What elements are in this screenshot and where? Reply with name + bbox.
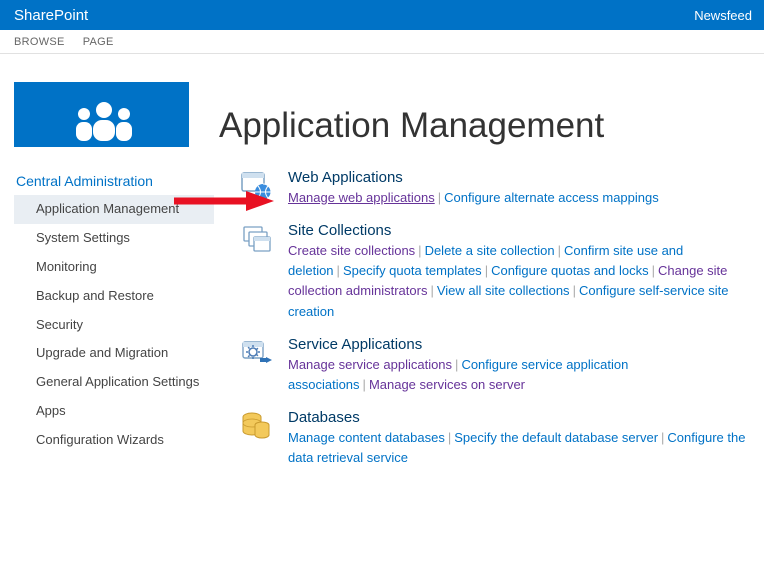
service-applications-icon xyxy=(240,336,274,395)
section-title-service-applications: Service Applications xyxy=(288,336,750,353)
link-specify-quota-templates[interactable]: Specify quota templates xyxy=(343,263,482,278)
sidebar-item-system-settings[interactable]: System Settings xyxy=(14,224,214,253)
link-delete-a-site-collection[interactable]: Delete a site collection xyxy=(425,243,555,258)
people-icon xyxy=(67,99,137,141)
sidebar-item-upgrade-and-migration[interactable]: Upgrade and Migration xyxy=(14,339,214,368)
brand-label: SharePoint xyxy=(14,7,88,24)
sidebar-item-backup-and-restore[interactable]: Backup and Restore xyxy=(14,282,214,311)
link-manage-service-applications[interactable]: Manage service applications xyxy=(288,357,452,372)
top-suite-bar: SharePoint Newsfeed xyxy=(0,0,764,30)
sidebar-item-apps[interactable]: Apps xyxy=(14,397,214,426)
link-manage-content-databases[interactable]: Manage content databases xyxy=(288,430,445,445)
sidebar-item-application-management[interactable]: Application Management xyxy=(14,195,214,224)
site-collections-icon xyxy=(240,222,274,322)
section-title-databases: Databases xyxy=(288,409,750,426)
section-databases: Databases Manage content databases|Speci… xyxy=(240,409,750,468)
section-service-applications: Service Applications Manage service appl… xyxy=(240,336,750,395)
link-configure-quotas-and-locks[interactable]: Configure quotas and locks xyxy=(491,263,649,278)
link-view-all-site-collections[interactable]: View all site collections xyxy=(437,283,570,298)
ribbon-tabs: BROWSE PAGE xyxy=(0,30,764,54)
databases-icon xyxy=(240,409,274,468)
section-title-site-collections: Site Collections xyxy=(288,222,750,239)
link-create-site-collections[interactable]: Create site collections xyxy=(288,243,415,258)
link-manage-web-applications[interactable]: Manage web applications xyxy=(288,190,435,205)
page-title: Application Management xyxy=(219,108,604,147)
site-logo xyxy=(14,82,189,147)
main-content: Web Applications Manage web applications… xyxy=(214,169,750,482)
sidebar-item-security[interactable]: Security xyxy=(14,311,214,340)
newsfeed-link[interactable]: Newsfeed xyxy=(694,8,752,23)
sidebar-item-general-application-settings[interactable]: General Application Settings xyxy=(14,368,214,397)
section-title-web-applications: Web Applications xyxy=(288,169,750,186)
sidebar-item-configuration-wizards[interactable]: Configuration Wizards xyxy=(14,426,214,455)
section-web-applications: Web Applications Manage web applications… xyxy=(240,169,750,208)
link-manage-services-on-server[interactable]: Manage services on server xyxy=(369,377,525,392)
section-site-collections: Site Collections Create site collections… xyxy=(240,222,750,322)
sidebar-heading[interactable]: Central Administration xyxy=(14,169,214,195)
link-specify-the-default-database-server[interactable]: Specify the default database server xyxy=(454,430,658,445)
left-nav: Central Administration Application Manag… xyxy=(14,169,214,482)
sidebar-item-monitoring[interactable]: Monitoring xyxy=(14,253,214,282)
tab-page[interactable]: PAGE xyxy=(83,36,114,48)
tab-browse[interactable]: BROWSE xyxy=(14,36,65,48)
hero-row: Application Management xyxy=(0,54,764,161)
link-configure-alternate-access-mappings[interactable]: Configure alternate access mappings xyxy=(444,190,659,205)
web-applications-icon xyxy=(240,169,274,208)
